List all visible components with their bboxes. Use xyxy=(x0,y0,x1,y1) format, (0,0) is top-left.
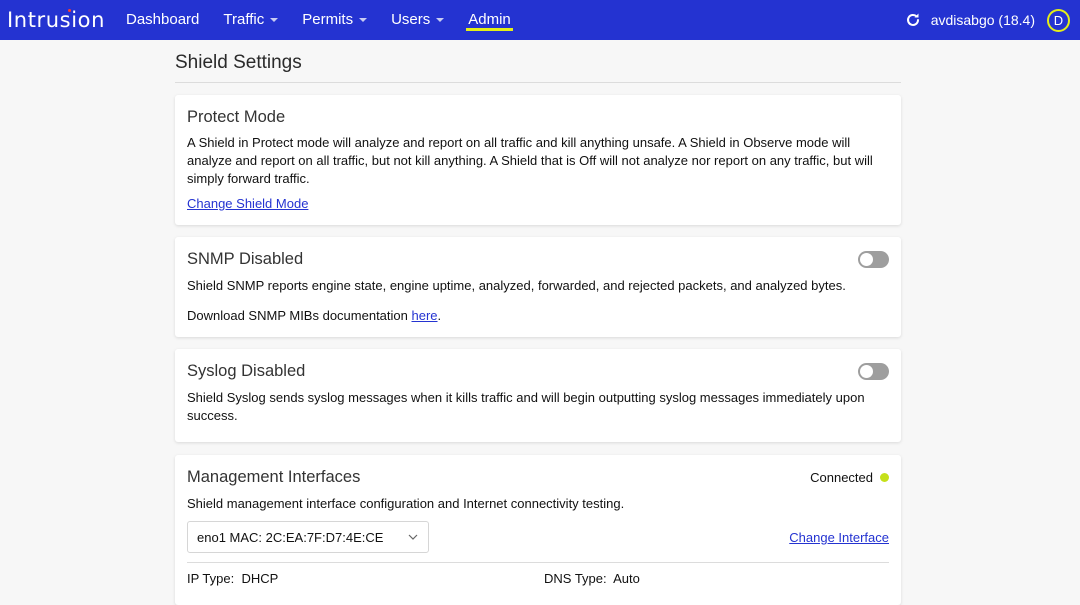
interface-select[interactable]: eno1 MAC: 2C:EA:7F:D7:4E:CE xyxy=(187,521,429,553)
snmp-card: SNMP Disabled Shield SNMP reports engine… xyxy=(175,237,901,337)
dns-type-value: Auto xyxy=(613,571,640,586)
nav-item-permits[interactable]: Permits xyxy=(302,0,368,40)
nav-item-admin[interactable]: Admin xyxy=(466,0,513,40)
top-nav-bar: Intrusion Dashboard Traffic Permits User… xyxy=(0,0,1080,40)
ip-type-value: DHCP xyxy=(241,571,279,586)
dns-type-label: DNS Type: xyxy=(544,571,607,586)
ip-type-field: IP Type: DHCP xyxy=(187,571,278,586)
status-dot-icon xyxy=(880,473,889,482)
management-interfaces-card: Management Interfaces Connected Shield m… xyxy=(175,455,901,605)
status-label: Connected xyxy=(810,470,873,485)
change-shield-mode-link[interactable]: Change Shield Mode xyxy=(187,196,308,211)
card-title: Protect Mode xyxy=(187,108,286,126)
toggle-knob xyxy=(860,253,873,266)
card-title: Management Interfaces xyxy=(187,468,361,486)
snmp-download-line: Download SNMP MIBs documentation here. xyxy=(187,307,885,325)
user-area: avdisabgo (18.4) D xyxy=(905,0,1070,40)
section-divider xyxy=(187,562,889,563)
nav-item-traffic[interactable]: Traffic xyxy=(223,0,279,40)
nav-item-dashboard[interactable]: Dashboard xyxy=(126,0,199,40)
nav-item-label: Permits xyxy=(302,11,354,28)
intrusion-logo[interactable]: Intrusion xyxy=(7,7,105,33)
avatar[interactable]: D xyxy=(1047,8,1070,32)
nav-item-label: Traffic xyxy=(223,11,265,28)
connection-status: Connected xyxy=(810,470,889,485)
syslog-card: Syslog Disabled Shield Syslog sends sysl… xyxy=(175,349,901,442)
protect-mode-card: Protect Mode A Shield in Protect mode wi… xyxy=(175,95,901,225)
dns-type-field: DNS Type: Auto xyxy=(544,571,640,586)
caret-down-icon xyxy=(359,18,368,22)
toggle-knob xyxy=(860,365,873,378)
management-description: Shield management interface configuratio… xyxy=(187,496,625,511)
caret-down-icon xyxy=(436,18,445,22)
chevron-down-icon xyxy=(408,534,418,540)
caret-down-icon xyxy=(270,18,279,22)
change-interface-link[interactable]: Change Interface xyxy=(789,530,889,545)
card-title: SNMP Disabled xyxy=(187,250,304,268)
ip-type-label: IP Type: xyxy=(187,571,235,586)
logo-dot-icon xyxy=(68,9,71,12)
nav-item-label: Dashboard xyxy=(126,11,200,28)
active-nav-underline xyxy=(466,28,513,31)
nav-item-label: Users xyxy=(391,11,431,28)
user-name[interactable]: avdisabgo (18.4) xyxy=(931,12,1035,28)
interface-select-value: eno1 MAC: 2C:EA:7F:D7:4E:CE xyxy=(197,529,384,545)
snmp-toggle[interactable] xyxy=(858,251,889,268)
page-title: Shield Settings xyxy=(175,52,302,73)
syslog-description: Shield Syslog sends syslog messages when… xyxy=(187,390,865,423)
snmp-description: Shield SNMP reports engine state, engine… xyxy=(187,278,846,293)
protect-mode-description: A Shield in Protect mode will analyze an… xyxy=(187,135,873,186)
snmp-download-text: Download SNMP MIBs documentation xyxy=(187,308,412,323)
nav-item-users[interactable]: Users xyxy=(391,0,445,40)
snmp-mibs-download-link[interactable]: here xyxy=(411,308,437,323)
card-title: Syslog Disabled xyxy=(187,362,306,380)
snmp-download-suffix: . xyxy=(437,308,442,323)
title-divider xyxy=(175,82,901,83)
nav-item-label: Admin xyxy=(468,11,511,28)
refresh-icon[interactable] xyxy=(905,12,921,28)
main-nav: Dashboard Traffic Permits Users Admin xyxy=(126,0,535,40)
syslog-toggle[interactable] xyxy=(858,363,889,380)
